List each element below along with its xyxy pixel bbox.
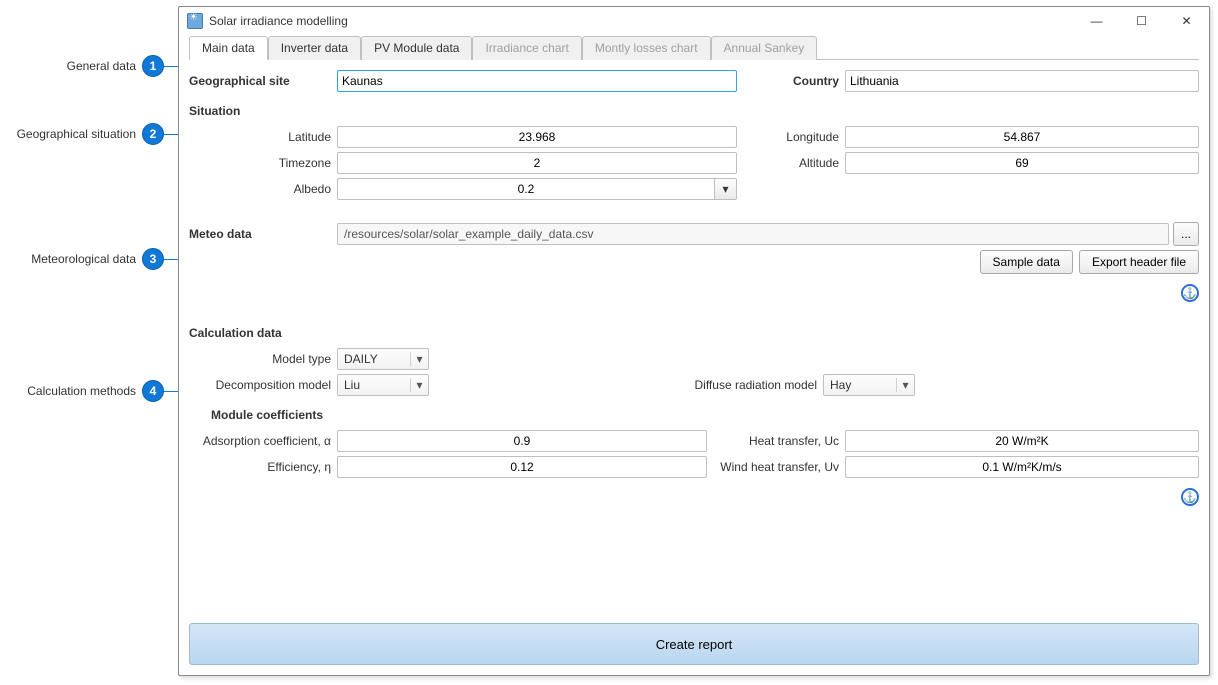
albedo-label: Albedo: [189, 182, 337, 196]
export-header-file-button[interactable]: Export header file: [1079, 250, 1199, 274]
situation-heading: Situation: [189, 100, 1199, 122]
adsorption-coefficient-label: Adsorption coefficient, α: [189, 434, 337, 448]
country-label: Country: [745, 74, 845, 88]
decomposition-model-select[interactable]: Liu ▾: [337, 374, 429, 396]
meteo-heading: Meteo data: [189, 227, 337, 241]
callout-badge-2: 2: [142, 123, 164, 145]
model-type-select[interactable]: DAILY ▾: [337, 348, 429, 370]
sample-data-button[interactable]: Sample data: [980, 250, 1073, 274]
latitude-input[interactable]: [337, 126, 737, 148]
chevron-down-icon: ▾: [896, 378, 914, 392]
model-type-label: Model type: [189, 352, 337, 366]
timezone-label: Timezone: [189, 156, 337, 170]
diffuse-radiation-model-value: Hay: [830, 378, 896, 392]
tab-monthly-losses-chart: Montly losses chart: [582, 36, 711, 60]
minimize-button[interactable]: —: [1074, 7, 1119, 35]
latitude-label: Latitude: [189, 130, 337, 144]
tab-irradiance-chart: Irradiance chart: [472, 36, 581, 60]
tab-inverter-data[interactable]: Inverter data: [268, 36, 361, 60]
heat-transfer-input[interactable]: [845, 430, 1199, 452]
maximize-button[interactable]: ☐: [1119, 7, 1164, 35]
app-icon: [187, 13, 203, 29]
geographical-site-label: Geographical site: [189, 74, 337, 88]
tab-pv-module-data[interactable]: PV Module data: [361, 36, 472, 60]
decomposition-model-label: Decomposition model: [189, 378, 337, 392]
window-title: Solar irradiance modelling: [209, 14, 348, 28]
geographical-site-input[interactable]: [337, 70, 737, 92]
anchor-icon[interactable]: ⚓: [1181, 488, 1199, 506]
albedo-dropdown-button[interactable]: ▾: [715, 178, 737, 200]
efficiency-input[interactable]: [337, 456, 707, 478]
chevron-down-icon: ▾: [410, 378, 428, 392]
tab-main-data[interactable]: Main data: [189, 36, 268, 60]
albedo-input[interactable]: [337, 178, 715, 200]
tab-bar: Main data Inverter data PV Module data I…: [189, 35, 1199, 60]
module-coefficients-heading: Module coefficients: [189, 400, 1199, 426]
close-button[interactable]: ✕: [1164, 7, 1209, 35]
chevron-down-icon: ▾: [722, 182, 728, 196]
anchor-icon[interactable]: ⚓: [1181, 284, 1199, 302]
callout-badge-1: 1: [142, 55, 164, 77]
longitude-input[interactable]: [845, 126, 1199, 148]
create-report-button[interactable]: Create report: [189, 623, 1199, 665]
longitude-label: Longitude: [745, 130, 845, 144]
heat-transfer-label: Heat transfer, Uc: [715, 434, 845, 448]
callout-badge-4: 4: [142, 380, 164, 402]
efficiency-label: Efficiency, η: [189, 460, 337, 474]
diffuse-radiation-model-select[interactable]: Hay ▾: [823, 374, 915, 396]
diffuse-radiation-model-label: Diffuse radiation model: [429, 378, 823, 392]
browse-button[interactable]: ...: [1173, 222, 1199, 246]
meteo-path-field: /resources/solar/solar_example_daily_dat…: [337, 223, 1169, 245]
callout-badge-3: 3: [142, 248, 164, 270]
calculation-data-heading: Calculation data: [189, 322, 1199, 344]
decomposition-model-value: Liu: [344, 378, 410, 392]
chevron-down-icon: ▾: [410, 352, 428, 366]
altitude-label: Altitude: [745, 156, 845, 170]
callout-label-1: General data: [0, 59, 142, 73]
titlebar: Solar irradiance modelling — ☐ ✕: [179, 7, 1209, 35]
callout-label-4: Calculation methods: [0, 384, 142, 398]
app-window: Solar irradiance modelling — ☐ ✕ Main da…: [178, 6, 1210, 676]
callout-label-2: Geographical situation: [0, 127, 142, 141]
altitude-input[interactable]: [845, 152, 1199, 174]
timezone-input[interactable]: [337, 152, 737, 174]
callout-label-3: Meteorological data: [0, 252, 142, 266]
model-type-value: DAILY: [344, 352, 410, 366]
adsorption-coefficient-input[interactable]: [337, 430, 707, 452]
wind-heat-transfer-label: Wind heat transfer, Uv: [715, 460, 845, 474]
country-input[interactable]: [845, 70, 1199, 92]
wind-heat-transfer-input[interactable]: [845, 456, 1199, 478]
tab-annual-sankey: Annual Sankey: [711, 36, 818, 60]
